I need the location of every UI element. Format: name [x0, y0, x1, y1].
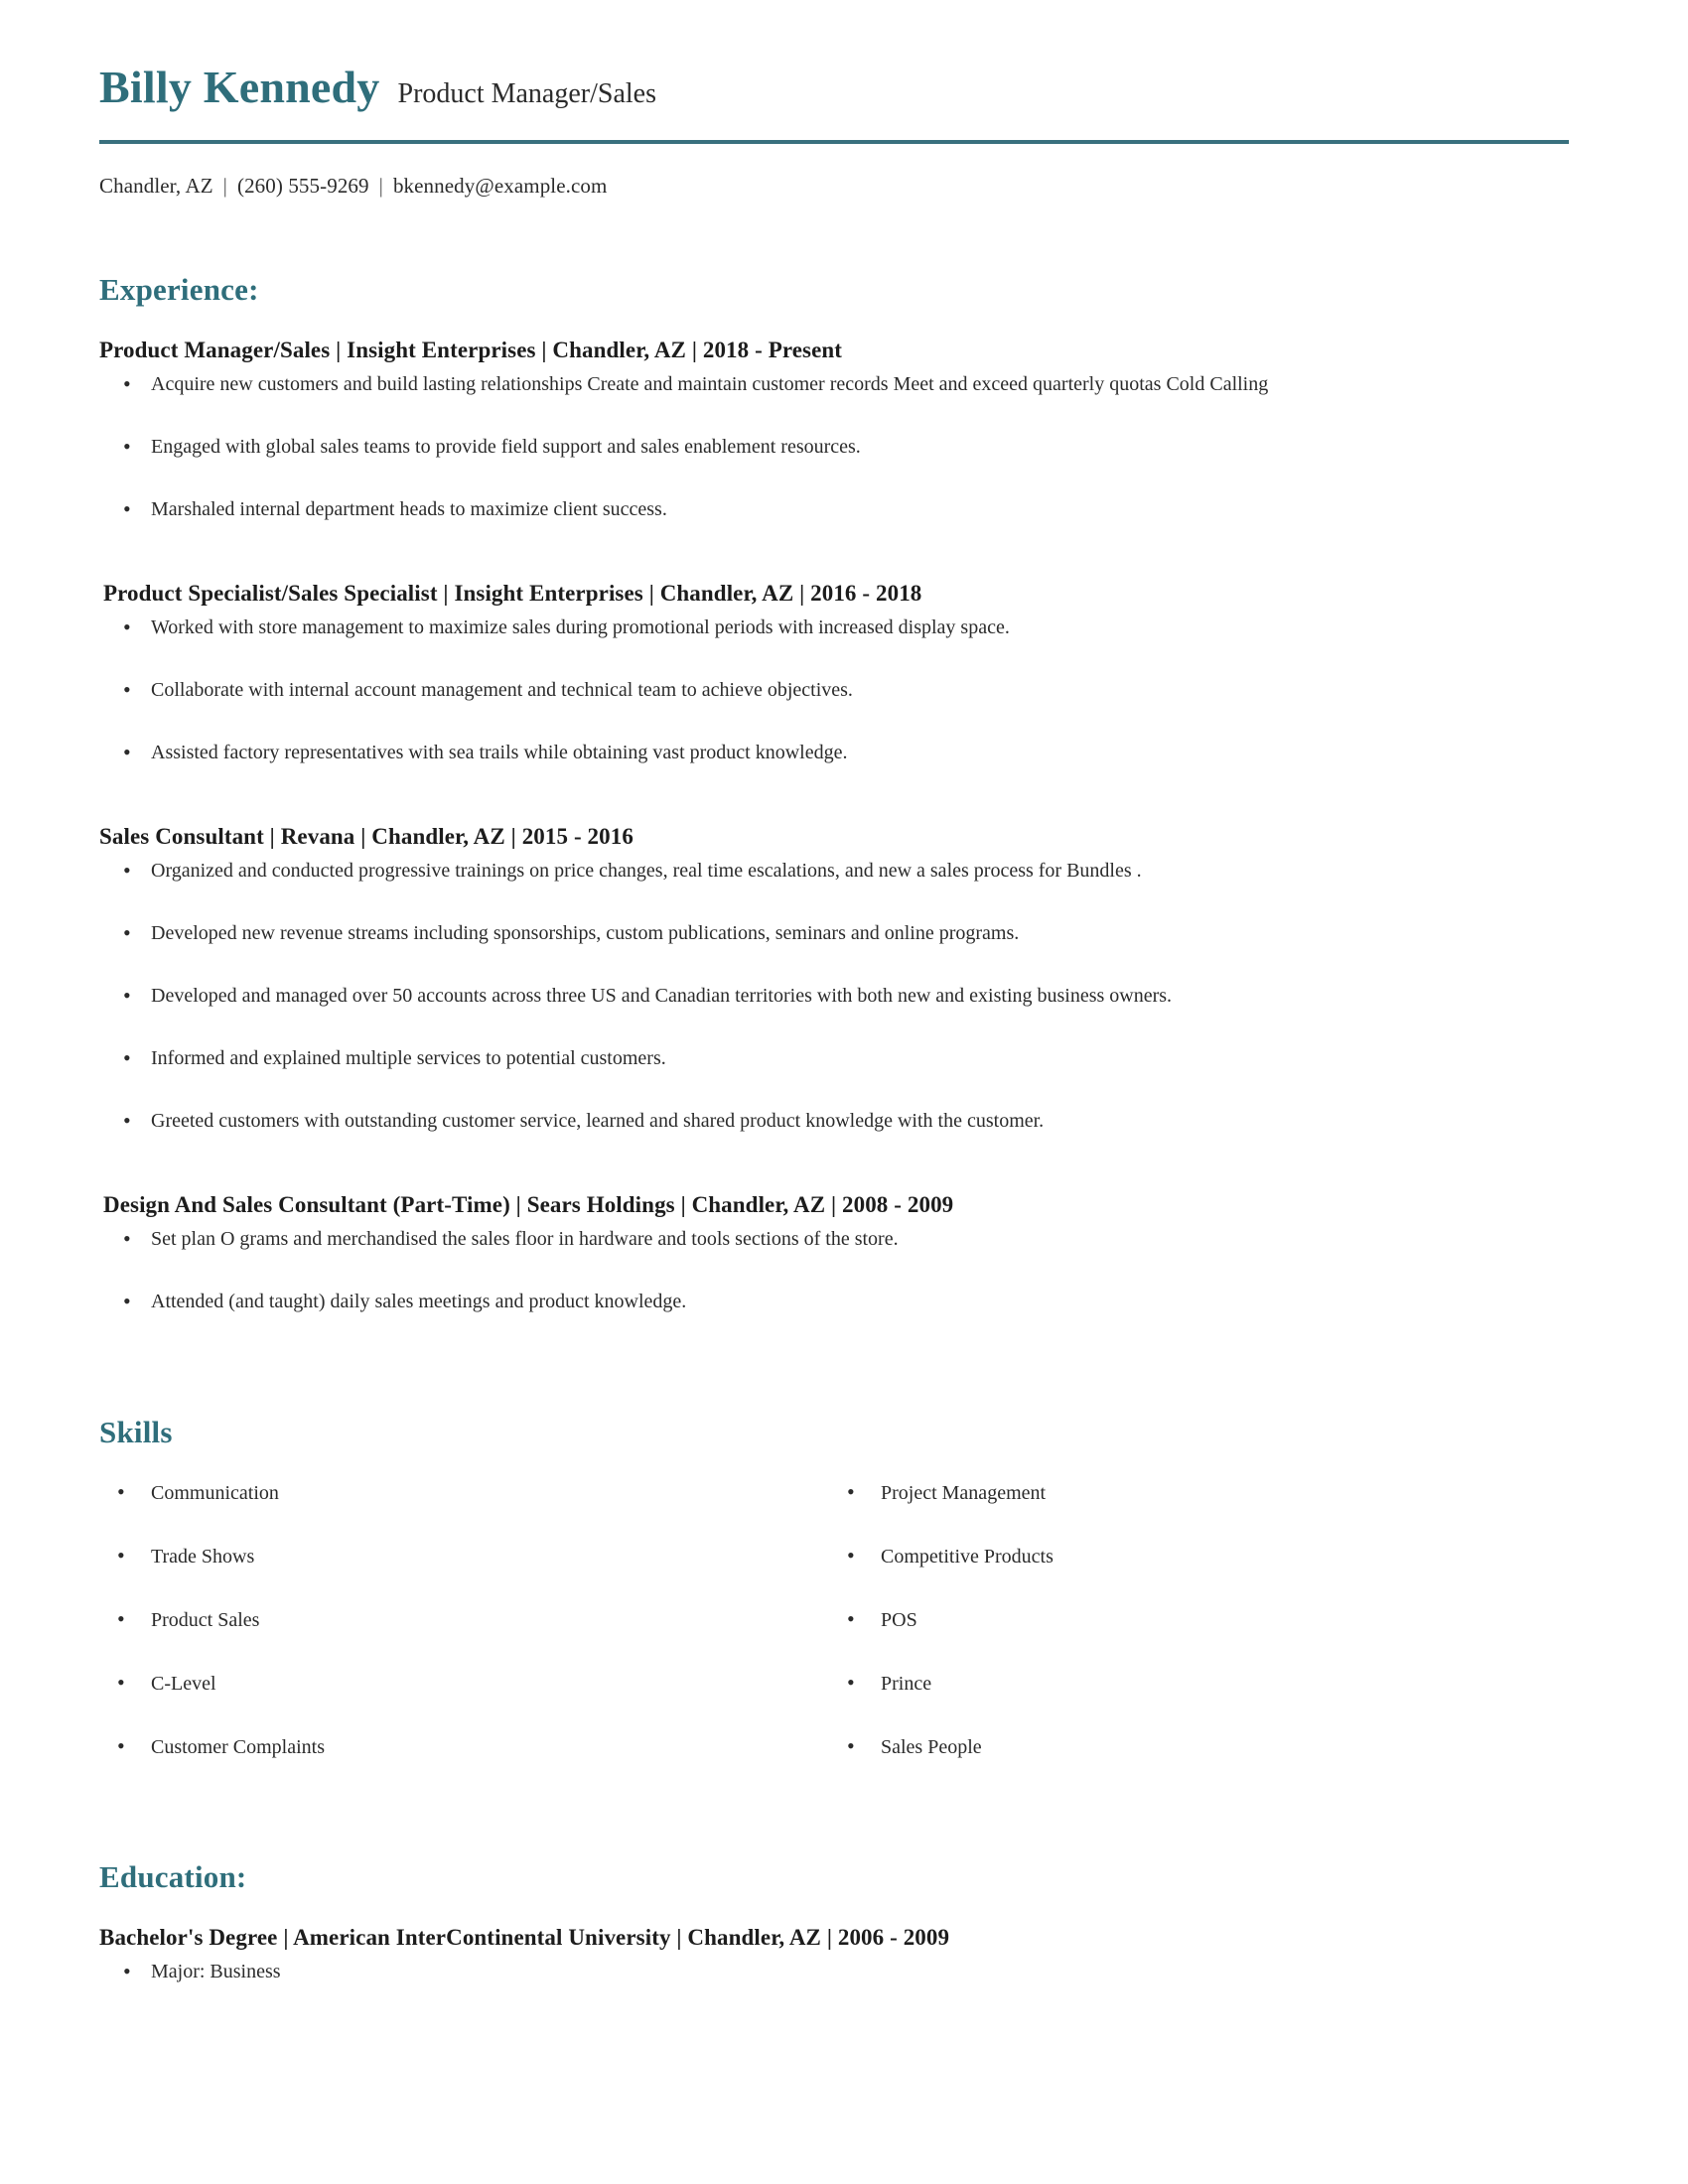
- bullet-item: Engaged with global sales teams to provi…: [99, 432, 1615, 462]
- bullet-item: Worked with store management to maximize…: [99, 613, 1615, 642]
- section-title-education: Education:: [99, 1858, 247, 1894]
- bullet-item: Developed new revenue streams including …: [99, 918, 1615, 948]
- experience-entry-bullets: Set plan O grams and merchandised the sa…: [99, 1224, 1615, 1316]
- bullet-item: Collaborate with internal account manage…: [99, 675, 1615, 705]
- skill-item: Project Management: [829, 1478, 1615, 1507]
- resume-header: Billy Kennedy Product Manager/Sales: [99, 62, 1615, 114]
- experience-entry-heading: Product Specialist/Sales Specialist | In…: [103, 580, 922, 606]
- contact-separator-1: |: [222, 173, 227, 198]
- skill-item: Customer Complaints: [99, 1732, 829, 1761]
- experience-entry: Sales Consultant | Revana | Chandler, AZ…: [99, 823, 1615, 1136]
- skill-item: Trade Shows: [99, 1542, 829, 1570]
- experience-entry: Product Manager/Sales | Insight Enterpri…: [99, 337, 1615, 524]
- section-title-skills: Skills: [99, 1414, 173, 1449]
- education-entry-heading: Bachelor's Degree | American InterContin…: [99, 1924, 950, 1950]
- contact-email[interactable]: bkennedy@example.com: [393, 174, 608, 198]
- experience-entry-heading: Sales Consultant | Revana | Chandler, AZ…: [99, 823, 633, 849]
- experience-entry: Product Specialist/Sales Specialist | In…: [99, 580, 1615, 767]
- contact-location: Chandler, AZ: [99, 173, 213, 198]
- bullet-item: Greeted customers with outstanding custo…: [99, 1106, 1615, 1136]
- experience-section: Experience: Product Manager/Sales | Insi…: [99, 271, 1615, 1316]
- bullet-item: Attended (and taught) daily sales meetin…: [99, 1287, 1615, 1316]
- candidate-headline: Product Manager/Sales: [397, 78, 657, 109]
- candidate-name: Billy Kennedy: [99, 62, 380, 112]
- skill-item: Sales People: [829, 1732, 1615, 1761]
- skill-item: POS: [829, 1605, 1615, 1634]
- skills-section: Skills Communication Trade Shows Product…: [99, 1414, 1615, 1761]
- bullet-item: Set plan O grams and merchandised the sa…: [99, 1224, 1615, 1254]
- bullet-item: Organized and conducted progressive trai…: [99, 856, 1615, 886]
- skill-item: Competitive Products: [829, 1542, 1615, 1570]
- education-section: Education: Bachelor's Degree | American …: [99, 1858, 1615, 1986]
- skills-grid: Communication Trade Shows Product Sales …: [99, 1478, 1615, 1761]
- contact-line: Chandler, AZ | (260) 555-9269 | bkennedy@exa…: [99, 174, 1615, 199]
- skills-column-right: Project Management Competitive Products …: [829, 1478, 1615, 1761]
- experience-entry: Design And Sales Consultant (Part-Time) …: [99, 1191, 1615, 1316]
- bullet-item: Acquire new customers and build lasting …: [99, 369, 1615, 399]
- bullet-item: Developed and managed over 50 accounts a…: [99, 981, 1615, 1011]
- contact-phone: (260) 555-9269: [236, 173, 369, 198]
- experience-entry-heading: Design And Sales Consultant (Part-Time) …: [103, 1191, 954, 1217]
- bullet-item: Major: Business: [99, 1957, 1615, 1986]
- experience-entry-bullets: Worked with store management to maximize…: [99, 613, 1615, 767]
- resume-content: Billy Kennedy Product Manager/Sales Chan…: [0, 0, 1688, 2035]
- education-entry-bullets: Major: Business: [99, 1957, 1615, 1986]
- header-divider: [99, 139, 1569, 144]
- skill-item: Product Sales: [99, 1605, 829, 1634]
- experience-entry-bullets: Organized and conducted progressive trai…: [99, 856, 1615, 1136]
- skill-item: Prince: [829, 1669, 1615, 1698]
- skill-item: C-Level: [99, 1669, 829, 1698]
- bullet-item: Marshaled internal department heads to m…: [99, 494, 1615, 524]
- contact-separator-2: |: [378, 173, 383, 198]
- bullet-item: Assisted factory representatives with se…: [99, 738, 1615, 767]
- education-entry: Bachelor's Degree | American InterContin…: [99, 1924, 1615, 1986]
- experience-entry-heading: Product Manager/Sales | Insight Enterpri…: [99, 337, 843, 362]
- experience-entry-bullets: Acquire new customers and build lasting …: [99, 369, 1615, 524]
- skills-column-left: Communication Trade Shows Product Sales …: [99, 1478, 829, 1761]
- skill-item: Communication: [99, 1478, 829, 1507]
- resume-page: Billy Kennedy Product Manager/Sales Chan…: [0, 0, 1688, 2184]
- section-title-experience: Experience:: [99, 271, 259, 307]
- bullet-item: Informed and explained multiple services…: [99, 1043, 1615, 1073]
